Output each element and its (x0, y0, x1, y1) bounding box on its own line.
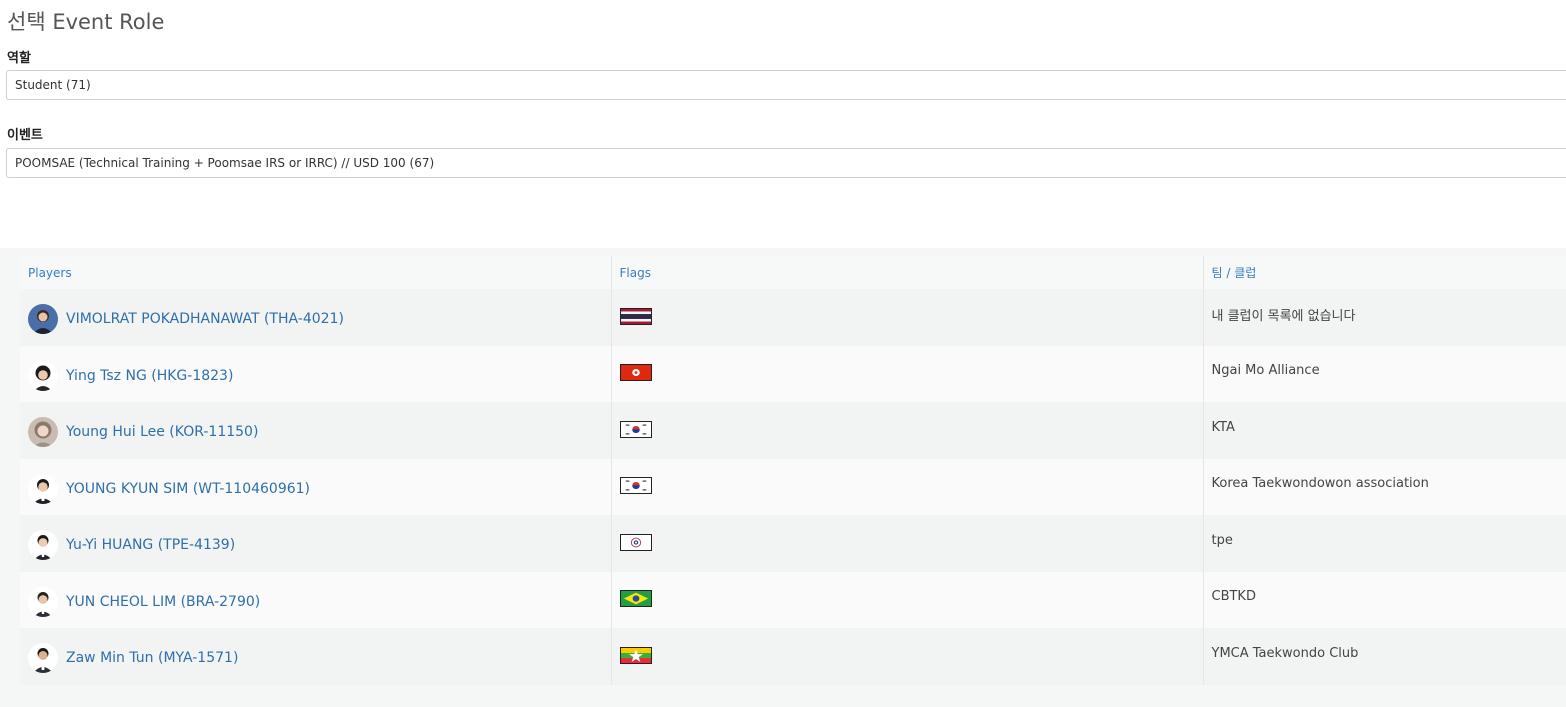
player-link[interactable]: Zaw Min Tun (MYA-1571) (66, 650, 238, 666)
table-header-row: Players Flags 팀 / 클럽 (20, 256, 1566, 289)
column-header-team[interactable]: 팀 / 클럽 (1203, 256, 1566, 289)
player-link[interactable]: Ying Tsz NG (HKG-1823) (66, 368, 233, 384)
player-link[interactable]: VIMOLRAT POKADHANAWAT (THA-4021) (66, 311, 344, 327)
team-name: KTA (1211, 419, 1235, 435)
thailand-flag (619, 307, 652, 325)
table-row: YUN CHEOL LIM (BRA-2790) CBTKD (20, 571, 1566, 628)
player-avatar (28, 586, 58, 617)
role-label: 역할 (7, 51, 31, 66)
page-title: 선택 Event Role (7, 10, 165, 34)
role-select[interactable]: Student (71) (6, 70, 1566, 100)
column-header-players[interactable]: Players (20, 256, 612, 289)
event-label: 이벤트 (7, 128, 43, 143)
player-avatar (28, 304, 58, 335)
player-link[interactable]: Yu-Yi HUANG (TPE-4139) (66, 537, 235, 553)
brazil-flag (619, 590, 652, 608)
player-avatar (28, 530, 58, 561)
table-row: VIMOLRAT POKADHANAWAT (THA-4021) 내 클럽이 목… (20, 289, 1566, 346)
myanmar-flag (619, 646, 652, 664)
player-link[interactable]: YOUNG KYUN SIM (WT-110460961) (66, 481, 310, 497)
player-link[interactable]: Young Hui Lee (KOR-11150) (66, 424, 258, 440)
player-avatar (28, 360, 58, 391)
south-korea-flag (619, 420, 652, 438)
hong-kong-flag (619, 364, 652, 382)
table-row: Zaw Min Tun (MYA-1571) YMCA Taekwondo Cl… (20, 628, 1566, 685)
table-row: Yu-Yi HUANG (TPE-4139) tpe (20, 515, 1566, 572)
players-table-container: Players Flags 팀 / 클럽 VIMOLRAT POKADHANAW… (0, 248, 1566, 707)
player-link[interactable]: YUN CHEOL LIM (BRA-2790) (66, 594, 260, 610)
south-korea-flag (619, 477, 652, 495)
chinese-taipei-flag (619, 533, 652, 551)
table-row: YOUNG KYUN SIM (WT-110460961) Korea Taek… (20, 458, 1566, 515)
player-avatar (28, 417, 58, 448)
column-header-flags[interactable]: Flags (611, 256, 1204, 289)
team-name: CBTKD (1211, 589, 1256, 605)
table-row: Ying Tsz NG (HKG-1823) Ngai Mo Alliance (20, 345, 1566, 402)
team-name: Ngai Mo Alliance (1211, 363, 1320, 379)
team-name: YMCA Taekwondo Club (1211, 645, 1359, 661)
player-avatar (28, 473, 58, 504)
event-select[interactable]: POOMSAE (Technical Training + Poomsae IR… (6, 148, 1566, 178)
table-row: Young Hui Lee (KOR-11150) KTA (20, 402, 1566, 459)
team-name: Korea Taekwondowon association (1211, 476, 1429, 492)
player-avatar (28, 643, 58, 674)
players-table: Players Flags 팀 / 클럽 VIMOLRAT POKADHANAW… (20, 256, 1566, 685)
team-name: 내 클럽이 목록에 없습니다 (1211, 308, 1356, 324)
team-name: tpe (1211, 532, 1233, 548)
